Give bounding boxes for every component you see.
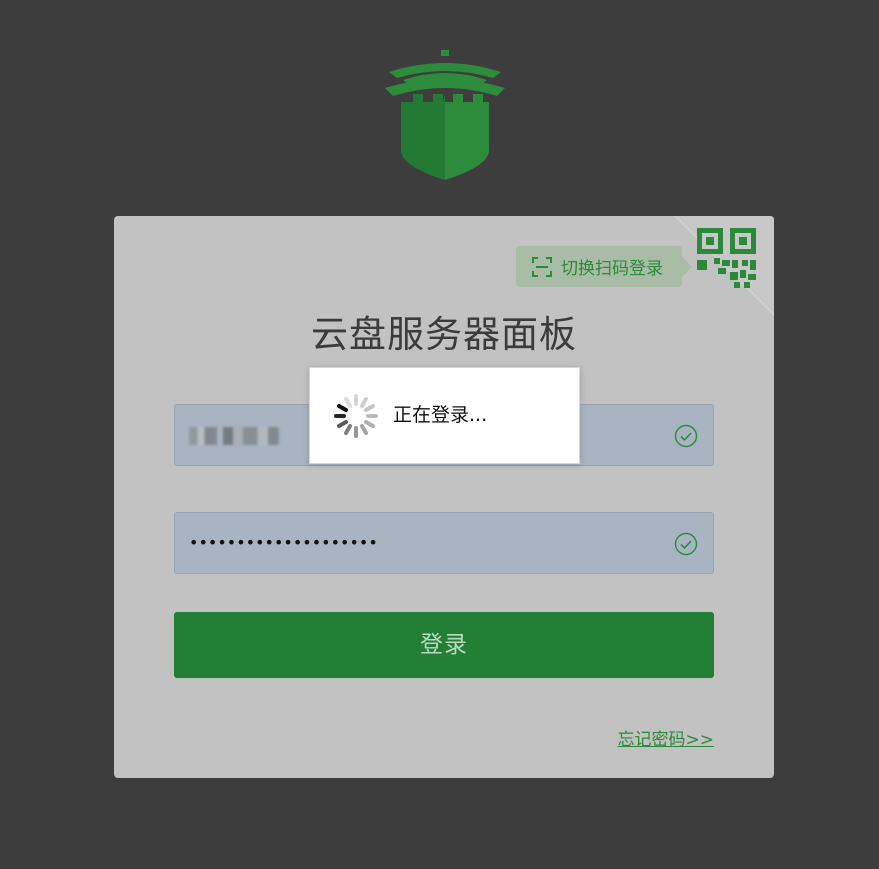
login-button[interactable]: 登录 bbox=[174, 612, 714, 678]
loading-text: 正在登录... bbox=[393, 404, 488, 426]
castle-shield-logo-icon bbox=[385, 50, 505, 180]
redacted-text bbox=[189, 426, 217, 445]
forgot-password-link[interactable]: 忘记密码>> bbox=[618, 725, 715, 750]
switch-qr-login-label: 切换扫码登录 bbox=[561, 259, 663, 279]
password-value: •••••••••••••••••••• bbox=[189, 533, 378, 552]
spinner-icon bbox=[334, 394, 378, 438]
login-card: 切换扫码登录 云盘服务器面板 •••••••••••••••••••• 登录 忘… bbox=[114, 216, 774, 778]
scan-icon bbox=[532, 256, 552, 277]
page-title: 云盘服务器面板 bbox=[311, 313, 577, 356]
redacted-text bbox=[223, 426, 279, 445]
username-value bbox=[189, 405, 279, 465]
password-field[interactable]: •••••••••••••••••••• bbox=[174, 512, 714, 574]
loading-dialog: 正在登录... bbox=[309, 367, 580, 464]
check-circle-icon bbox=[674, 532, 698, 556]
switch-qr-login-button[interactable]: 切换扫码登录 bbox=[516, 246, 692, 287]
check-circle-icon bbox=[674, 424, 698, 448]
